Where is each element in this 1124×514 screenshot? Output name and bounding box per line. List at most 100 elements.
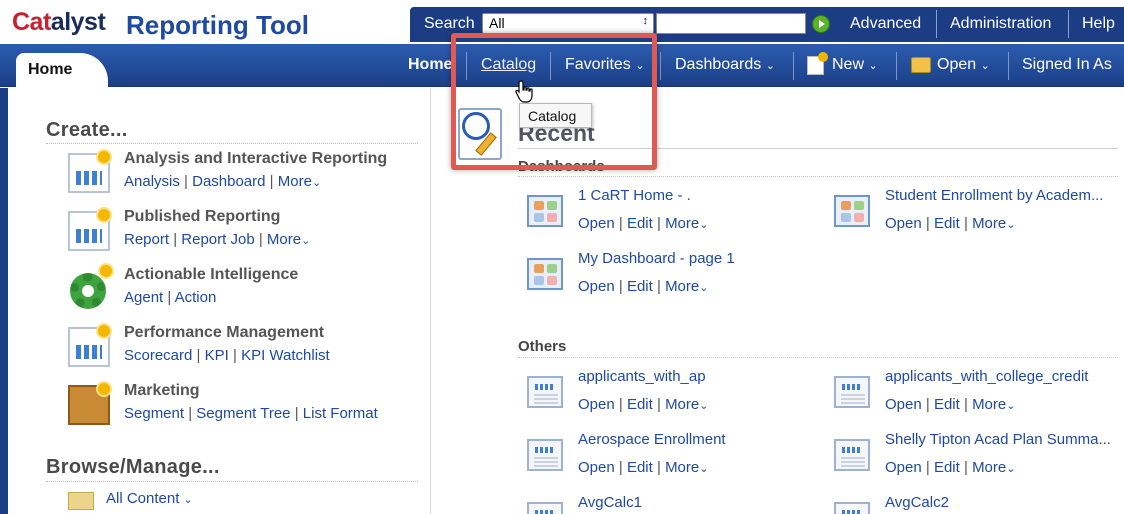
report-link[interactable]: Report [124,231,169,248]
item-actions: Open | Edit | More⌄ [885,396,1016,413]
recent-other-item: AvgCalc1 [527,494,827,514]
item-name-link[interactable]: My Dashboard - page 1 [578,250,735,267]
segment-tree-link[interactable]: Segment Tree [196,405,290,422]
signed-in-as-menu[interactable]: Signed In As [1022,56,1112,74]
create-item-published-reporting: Published Reporting Report | Report Job … [68,207,428,260]
scorecard-icon [68,323,112,367]
chevron-down-icon: ⌄ [868,60,878,72]
analysis-icon [527,376,563,408]
chevron-down-icon: ⌄ [1006,463,1016,475]
dashboard-icon [527,258,563,290]
report-job-link[interactable]: Report Job [181,231,254,248]
chevron-down-icon: ⌄ [301,235,311,247]
item-name-link[interactable]: 1 CaRT Home - . [578,187,691,204]
open-link[interactable]: Open [885,215,922,232]
create-item-actionable-intelligence: Actionable Intelligence Agent | Action [68,263,428,318]
open-link[interactable]: Open [578,278,615,295]
new-document-icon [807,52,828,75]
analysis-icon [834,439,870,471]
agent-link[interactable]: Agent [124,289,163,306]
hand-pointer-icon [515,80,533,103]
item-name-link[interactable]: applicants_with_college_credit [885,368,1088,385]
header-separator [936,10,937,38]
chevron-down-icon: ⌄ [699,400,709,412]
edit-link[interactable]: Edit [934,459,960,476]
kpi-watchlist-link[interactable]: KPI Watchlist [241,347,330,364]
header-separator [1068,10,1069,38]
edit-link[interactable]: Edit [934,215,960,232]
more-menu[interactable]: More⌄ [665,396,708,413]
create-item-marketing: Marketing Segment | Segment Tree | List … [68,381,428,434]
home-tab[interactable]: Home [16,53,108,87]
analysis-icon [68,149,112,193]
dashboards-menu[interactable]: Dashboards ⌄ [675,56,775,74]
open-link[interactable]: Open [578,215,615,232]
analysis-link[interactable]: Analysis [124,173,180,190]
more-menu[interactable]: More⌄ [278,173,321,190]
more-menu[interactable]: More⌄ [972,459,1015,476]
item-name-link[interactable]: AvgCalc2 [885,494,949,511]
more-menu[interactable]: More⌄ [972,396,1015,413]
open-link[interactable]: Open [885,396,922,413]
item-name-link[interactable]: Shelly Tipton Acad Plan Summa... [885,431,1111,448]
folder-icon [68,492,94,510]
divider [518,357,1118,358]
search-label: Search [424,15,475,32]
search-scope-select[interactable]: All ↕ [482,13,654,34]
item-actions: Open | Edit | More⌄ [885,459,1016,476]
chevron-down-icon: ⌄ [1006,219,1016,231]
open-menu[interactable]: Open ⌄ [937,56,990,74]
more-menu[interactable]: More⌄ [665,215,708,232]
chevron-down-icon: ⌄ [1006,400,1016,412]
divider [518,176,1118,177]
more-menu[interactable]: More⌄ [665,459,708,476]
open-link[interactable]: Open [885,459,922,476]
divider [46,481,418,482]
edit-link[interactable]: Edit [627,278,653,295]
item-actions: Open | Edit | More⌄ [578,278,709,295]
create-item-title: Marketing [124,382,200,399]
nav-separator [660,52,661,80]
create-item-title: Analysis and Interactive Reporting [124,150,388,167]
create-item-links: Agent | Action [124,289,217,306]
edit-link[interactable]: Edit [627,459,653,476]
dashboard-link[interactable]: Dashboard [192,173,265,190]
open-link[interactable]: Open [578,396,615,413]
recent-other-item: Aerospace Enrollment Open | Edit | More⌄ [527,431,827,487]
search-go-button[interactable] [812,15,830,33]
more-menu[interactable]: More⌄ [267,231,310,248]
item-actions: Open | Edit | More⌄ [578,459,709,476]
item-name-link[interactable]: Aerospace Enrollment [578,431,726,448]
search-input[interactable] [656,13,806,34]
recent-dashboard-item: Student Enrollment by Academ... Open | E… [834,187,1124,243]
scorecard-link[interactable]: Scorecard [124,347,192,364]
more-menu[interactable]: More⌄ [665,278,708,295]
edit-link[interactable]: Edit [627,215,653,232]
item-actions: Open | Edit | More⌄ [578,396,709,413]
create-item-links: Report | Report Job | More⌄ [124,231,311,248]
home-link[interactable]: Home [408,56,452,74]
kpi-link[interactable]: KPI [205,347,229,364]
nav-separator [896,52,897,80]
advanced-link[interactable]: Advanced [850,15,921,33]
create-section-title: Create... [46,119,128,141]
more-menu[interactable]: More⌄ [972,215,1015,232]
item-name-link[interactable]: applicants_with_ap [578,368,706,385]
others-group-label: Others [518,338,567,355]
chevron-down-icon: ⌄ [699,463,709,475]
action-link[interactable]: Action [175,289,217,306]
administration-link[interactable]: Administration [950,15,1051,33]
recent-other-item: Shelly Tipton Acad Plan Summa... Open | … [834,431,1124,487]
analysis-icon [527,502,563,514]
new-menu[interactable]: New ⌄ [832,56,878,74]
dashboard-icon [834,195,870,227]
edit-link[interactable]: Edit [627,396,653,413]
list-format-link[interactable]: List Format [303,405,378,422]
item-name-link[interactable]: Student Enrollment by Academ... [885,187,1103,204]
item-name-link[interactable]: AvgCalc1 [578,494,642,511]
open-link[interactable]: Open [578,459,615,476]
edit-link[interactable]: Edit [934,396,960,413]
create-item-title: Performance Management [124,324,325,341]
segment-link[interactable]: Segment [124,405,184,422]
chevron-down-icon: ⌄ [765,60,775,72]
